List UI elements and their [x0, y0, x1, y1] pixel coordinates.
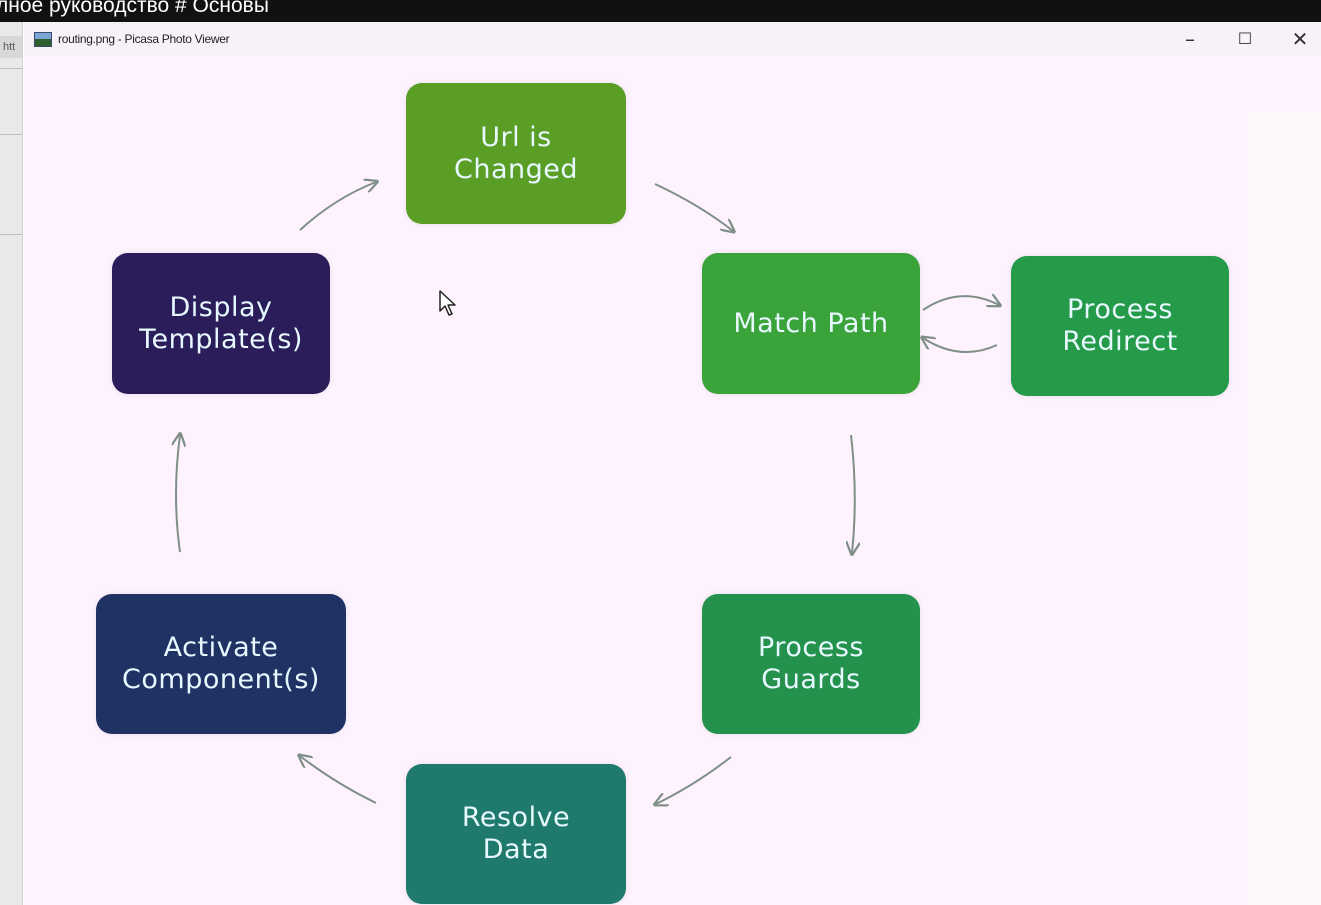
mouse-pointer-icon	[439, 290, 456, 316]
photo-viewer-window: routing.png - Picasa Photo Viewer – ☐ ✕	[24, 22, 1321, 905]
background-window-strip: htt	[0, 22, 23, 905]
process-guards-label: Process Guards	[758, 632, 864, 695]
video-title-bar: лное руководство # Основы	[0, 0, 1321, 22]
match-path-step: Match Path	[702, 253, 920, 394]
url-changed-label: Url is Changed	[453, 121, 578, 185]
match-path-label: Match Path	[733, 307, 889, 339]
strip-divider	[0, 134, 22, 135]
display-templates-step: Display Template(s)	[112, 253, 330, 394]
viewer-titlebar[interactable]: routing.png - Picasa Photo Viewer – ☐ ✕	[24, 22, 1321, 56]
maximize-button[interactable]: ☐	[1228, 26, 1262, 52]
process-redirect-label: Process Redirect	[1062, 294, 1178, 357]
activate-components-step: Activate Component(s)	[96, 594, 346, 734]
url-changed-step: Url is Changed	[406, 83, 626, 224]
resolve-data-label: Resolve Data	[461, 802, 571, 865]
video-title: лное руководство # Основы	[0, 0, 269, 17]
close-button[interactable]: ✕	[1283, 26, 1317, 52]
process-guards-step: Process Guards	[702, 594, 920, 734]
background-url-fragment: htt	[0, 36, 22, 58]
minimize-button[interactable]: –	[1173, 26, 1207, 52]
activate-components-label: Activate Component(s)	[122, 632, 320, 695]
process-redirect-step: Process Redirect	[1011, 256, 1229, 396]
display-templates-label: Display Template(s)	[139, 291, 303, 355]
strip-divider	[0, 68, 22, 69]
slide-edge	[1246, 112, 1321, 905]
picasa-app-icon	[34, 32, 52, 47]
resolve-data-step: Resolve Data	[406, 764, 626, 904]
viewer-window-title: routing.png - Picasa Photo Viewer	[58, 32, 230, 46]
strip-divider	[0, 234, 22, 235]
